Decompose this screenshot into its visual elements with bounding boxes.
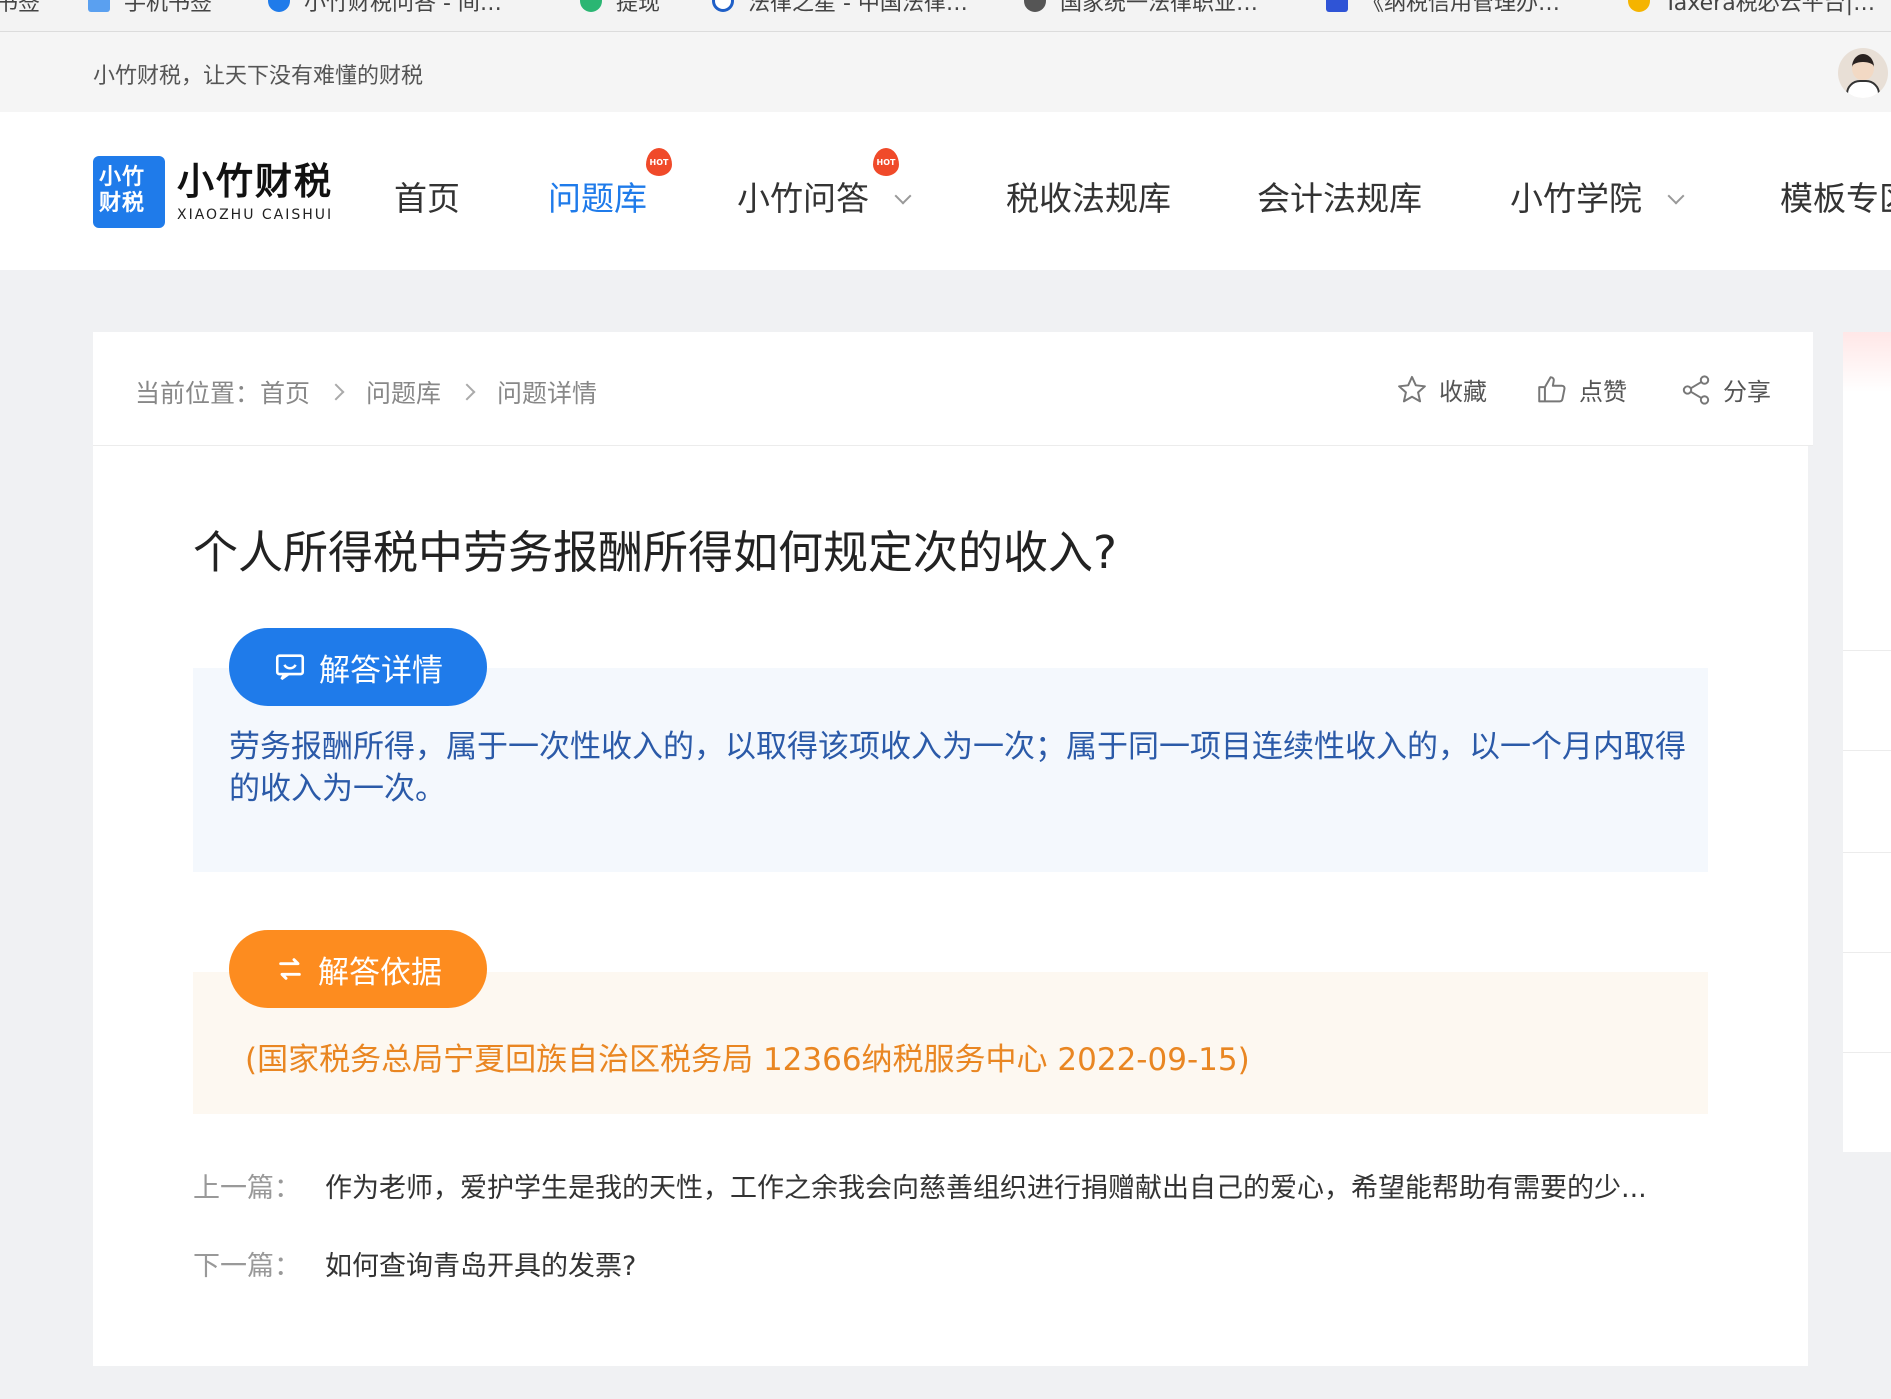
favorite-button[interactable]: 收藏 — [1395, 372, 1487, 407]
bookmark-label: 提现 — [616, 0, 661, 16]
bookmark-label: 小竹财税问答 - 间… — [304, 0, 502, 16]
nav-item-home[interactable]: 首页 — [394, 172, 460, 220]
like-button[interactable]: 点赞 — [1535, 372, 1627, 407]
share-button[interactable]: 分享 — [1679, 372, 1771, 407]
site-header: 小竹财税 小竹财税 XIAOZHU CAISHUI 首页 问题库 HOT 小竹问… — [0, 112, 1891, 270]
lightning-icon — [1628, 0, 1650, 12]
nav-label: 问题库 — [548, 179, 647, 218]
bookmark-label: Taxera税必云平台|… — [1664, 0, 1876, 16]
chevron-down-icon — [894, 187, 912, 205]
bookmark-label: 法律之星 - 中国法律… — [748, 0, 968, 16]
breadcrumb: 当前位置： 首页 问题库 问题详情 — [135, 374, 597, 410]
site-logo[interactable]: 小竹财税 小竹财税 XIAOZHU CAISHUI — [93, 156, 333, 228]
nav-item-tax-law[interactable]: 税收法规库 — [1006, 172, 1171, 220]
logo-name-en: XIAOZHU CAISHUI — [177, 207, 334, 223]
divider — [1843, 650, 1891, 651]
breadcrumb-bar: 当前位置： 首页 问题库 问题详情 收藏 点赞 分享 — [93, 332, 1813, 446]
bookmark-item[interactable]: 书签 — [0, 0, 40, 16]
folder-icon — [88, 0, 110, 12]
hot-badge-icon: HOT — [873, 148, 899, 176]
breadcrumb-prefix: 当前位置： — [135, 379, 261, 408]
share-icon — [1682, 374, 1710, 405]
previous-article: 上一篇： 作为老师，爱护学生是我的天性，工作之余我会向慈善组织进行捐赠献出自己的爱… — [193, 1166, 1647, 1205]
chevron-right-icon — [458, 383, 476, 401]
globe-icon — [712, 0, 734, 12]
divider — [1843, 852, 1891, 853]
bookmark-item[interactable]: 国家统一法律职业… — [1024, 0, 1258, 16]
bookmark-item[interactable]: 小竹财税问答 - 间… — [268, 0, 502, 16]
chevron-down-icon — [1667, 187, 1685, 205]
bookmark-label: 手机书签 — [124, 0, 213, 16]
next-article-link[interactable]: 如何查询青岛开具的发票? — [325, 1251, 636, 1282]
nav-label: 会计法规库 — [1257, 179, 1422, 218]
top-strip: 小竹财税，让天下没有难懂的财税 — [0, 32, 1891, 112]
logo-mark: 小竹财税 — [93, 156, 165, 228]
previous-article-link[interactable]: 作为老师，爱护学生是我的天性，工作之余我会向慈善组织进行捐赠献出自己的爱心，希望… — [325, 1173, 1647, 1204]
right-sidebar-panel — [1843, 332, 1891, 1152]
nav-label: 小竹问答 — [737, 179, 869, 218]
logo-mark-text: 小竹财税 — [99, 165, 146, 216]
star-icon — [1398, 375, 1426, 402]
answer-text: 劳务报酬所得，属于一次性收入的，以取得该项收入为一次；属于同一项目连续性收入的，… — [229, 729, 1686, 807]
nav-label: 税收法规库 — [1006, 179, 1171, 218]
bookmark-label: 书签 — [0, 0, 41, 16]
next-label: 下一篇： — [193, 1251, 301, 1282]
logo-text: 小竹财税 XIAOZHU CAISHUI — [177, 160, 334, 224]
breadcrumb-question-bank[interactable]: 问题库 — [366, 374, 441, 410]
chevron-right-icon — [327, 383, 345, 401]
divider — [1843, 952, 1891, 953]
shield-icon — [580, 0, 602, 12]
bookmark-item[interactable]: 法律之星 - 中国法律… — [712, 0, 968, 16]
nav-item-accounting-law[interactable]: 会计法规库 — [1257, 172, 1422, 220]
nav-item-academy[interactable]: 小竹学院 — [1510, 172, 1685, 220]
browser-bookmarks-bar: 书签 手机书签 小竹财税问答 - 间… 提现 法律之星 - 中国法律… 国家统一… — [0, 0, 1891, 32]
hot-badge-icon: HOT — [646, 148, 672, 176]
like-label: 点赞 — [1579, 378, 1627, 406]
nav-label: 小竹学院 — [1510, 179, 1642, 218]
exchange-icon — [279, 958, 301, 980]
answer-detail-tag: 解答详情 — [229, 628, 487, 706]
question-title: 个人所得税中劳务报酬所得如何规定次的收入? — [193, 526, 1117, 579]
avatar-body — [1846, 80, 1880, 98]
bookmark-item[interactable]: 手机书签 — [88, 0, 212, 16]
basis-source-text: (国家税务总局宁夏回族自治区税务局 12366纳税服务中心 2022-09-15… — [245, 1042, 1250, 1078]
avatar-head — [1852, 54, 1874, 80]
answer-basis-tag: 解答依据 — [229, 930, 487, 1008]
nav-item-xiaozhu-qa[interactable]: 小竹问答 HOT — [737, 148, 912, 220]
bookmark-item[interactable]: 《纳税信用管理办… — [1326, 0, 1560, 16]
bookmark-item[interactable]: Taxera税必云平台|… — [1628, 0, 1875, 16]
site-icon — [1326, 0, 1348, 12]
question-card: 个人所得税中劳务报酬所得如何规定次的收入? 解答详情 劳务报酬所得，属于一次性收… — [93, 446, 1808, 1366]
thumbs-up-icon — [1538, 375, 1566, 402]
nav-item-question-bank[interactable]: 问题库 HOT — [548, 148, 672, 220]
message-icon — [275, 654, 305, 681]
previous-label: 上一篇： — [193, 1173, 301, 1204]
next-article: 下一篇： 如何查询青岛开具的发票? — [193, 1244, 636, 1283]
answer-detail-label: 解答详情 — [319, 652, 443, 689]
bookmark-item[interactable]: 提现 — [580, 0, 660, 16]
nav-item-templates[interactable]: 模板专区 — [1780, 172, 1891, 220]
nav-label: 首页 — [394, 179, 460, 218]
bookmark-label: 《纳税信用管理办… — [1362, 0, 1561, 16]
divider — [1843, 750, 1891, 751]
site-icon — [268, 0, 290, 12]
divider — [1843, 1052, 1891, 1053]
answer-basis-label: 解答依据 — [318, 954, 442, 991]
bookmark-label: 国家统一法律职业… — [1060, 0, 1259, 16]
sidebar-header — [1843, 332, 1891, 392]
site-icon — [1024, 0, 1046, 12]
favorite-label: 收藏 — [1439, 378, 1487, 406]
user-avatar[interactable] — [1838, 48, 1888, 98]
share-label: 分享 — [1723, 378, 1771, 406]
breadcrumb-current: 问题详情 — [497, 379, 598, 408]
breadcrumb-home[interactable]: 首页 — [260, 374, 310, 410]
nav-label: 模板专区 — [1780, 179, 1891, 218]
logo-name-cn: 小竹财税 — [177, 160, 333, 203]
site-slogan: 小竹财税，让天下没有难懂的财税 — [93, 64, 424, 89]
